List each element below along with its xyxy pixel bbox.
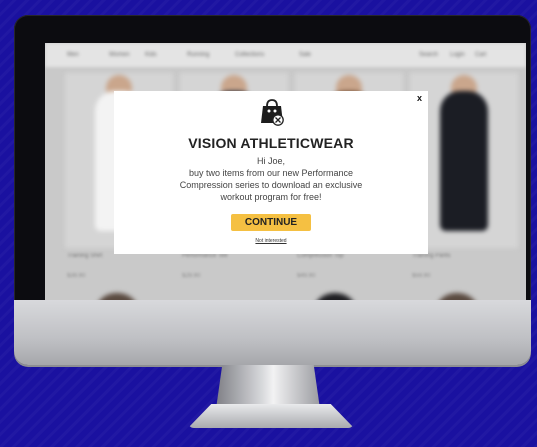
product-price: $29.90 bbox=[182, 273, 201, 279]
product-name: Training Shirt bbox=[67, 253, 103, 259]
nav-cart[interactable]: Cart bbox=[475, 52, 486, 58]
nav-login[interactable]: Login bbox=[450, 52, 465, 58]
nav-item[interactable]: Men bbox=[67, 52, 79, 58]
shopping-bag-icon bbox=[261, 99, 284, 126]
nav-item[interactable]: Kids bbox=[145, 52, 157, 58]
product-price: $39.90 bbox=[67, 273, 86, 279]
promo-modal: x VISION ATHLETICWEAR Hi Joe, buy two it… bbox=[114, 91, 428, 254]
monitor-chin bbox=[14, 300, 531, 365]
nav-item[interactable]: Women bbox=[109, 52, 130, 58]
modal-title: VISION ATHLETICWEAR bbox=[188, 135, 354, 151]
nav-item[interactable]: Collections bbox=[235, 52, 264, 58]
close-button[interactable]: x bbox=[417, 93, 422, 103]
modal-message: Hi Joe, buy two items from our new Perfo… bbox=[154, 155, 388, 203]
model-figure bbox=[440, 91, 488, 231]
continue-button[interactable]: CONTINUE bbox=[231, 214, 311, 231]
message-line: Compression series to download an exclus… bbox=[179, 180, 363, 190]
not-interested-link[interactable]: Not interested bbox=[114, 238, 428, 244]
nav-item[interactable]: Running bbox=[187, 52, 209, 58]
monitor-stand-base bbox=[188, 404, 354, 428]
nav-search[interactable]: Search bbox=[419, 52, 438, 58]
message-line: workout program for free! bbox=[220, 192, 322, 202]
site-navigation: Men Women Kids Running Collections Sale … bbox=[45, 43, 526, 67]
message-line: Hi Joe, bbox=[256, 156, 285, 166]
product-price: $59.90 bbox=[412, 273, 431, 279]
product-price: $49.90 bbox=[297, 273, 316, 279]
monitor-stand-neck bbox=[216, 365, 320, 409]
nav-item[interactable]: Sale bbox=[299, 52, 311, 58]
message-line: buy two items from our new Performance bbox=[188, 168, 354, 178]
